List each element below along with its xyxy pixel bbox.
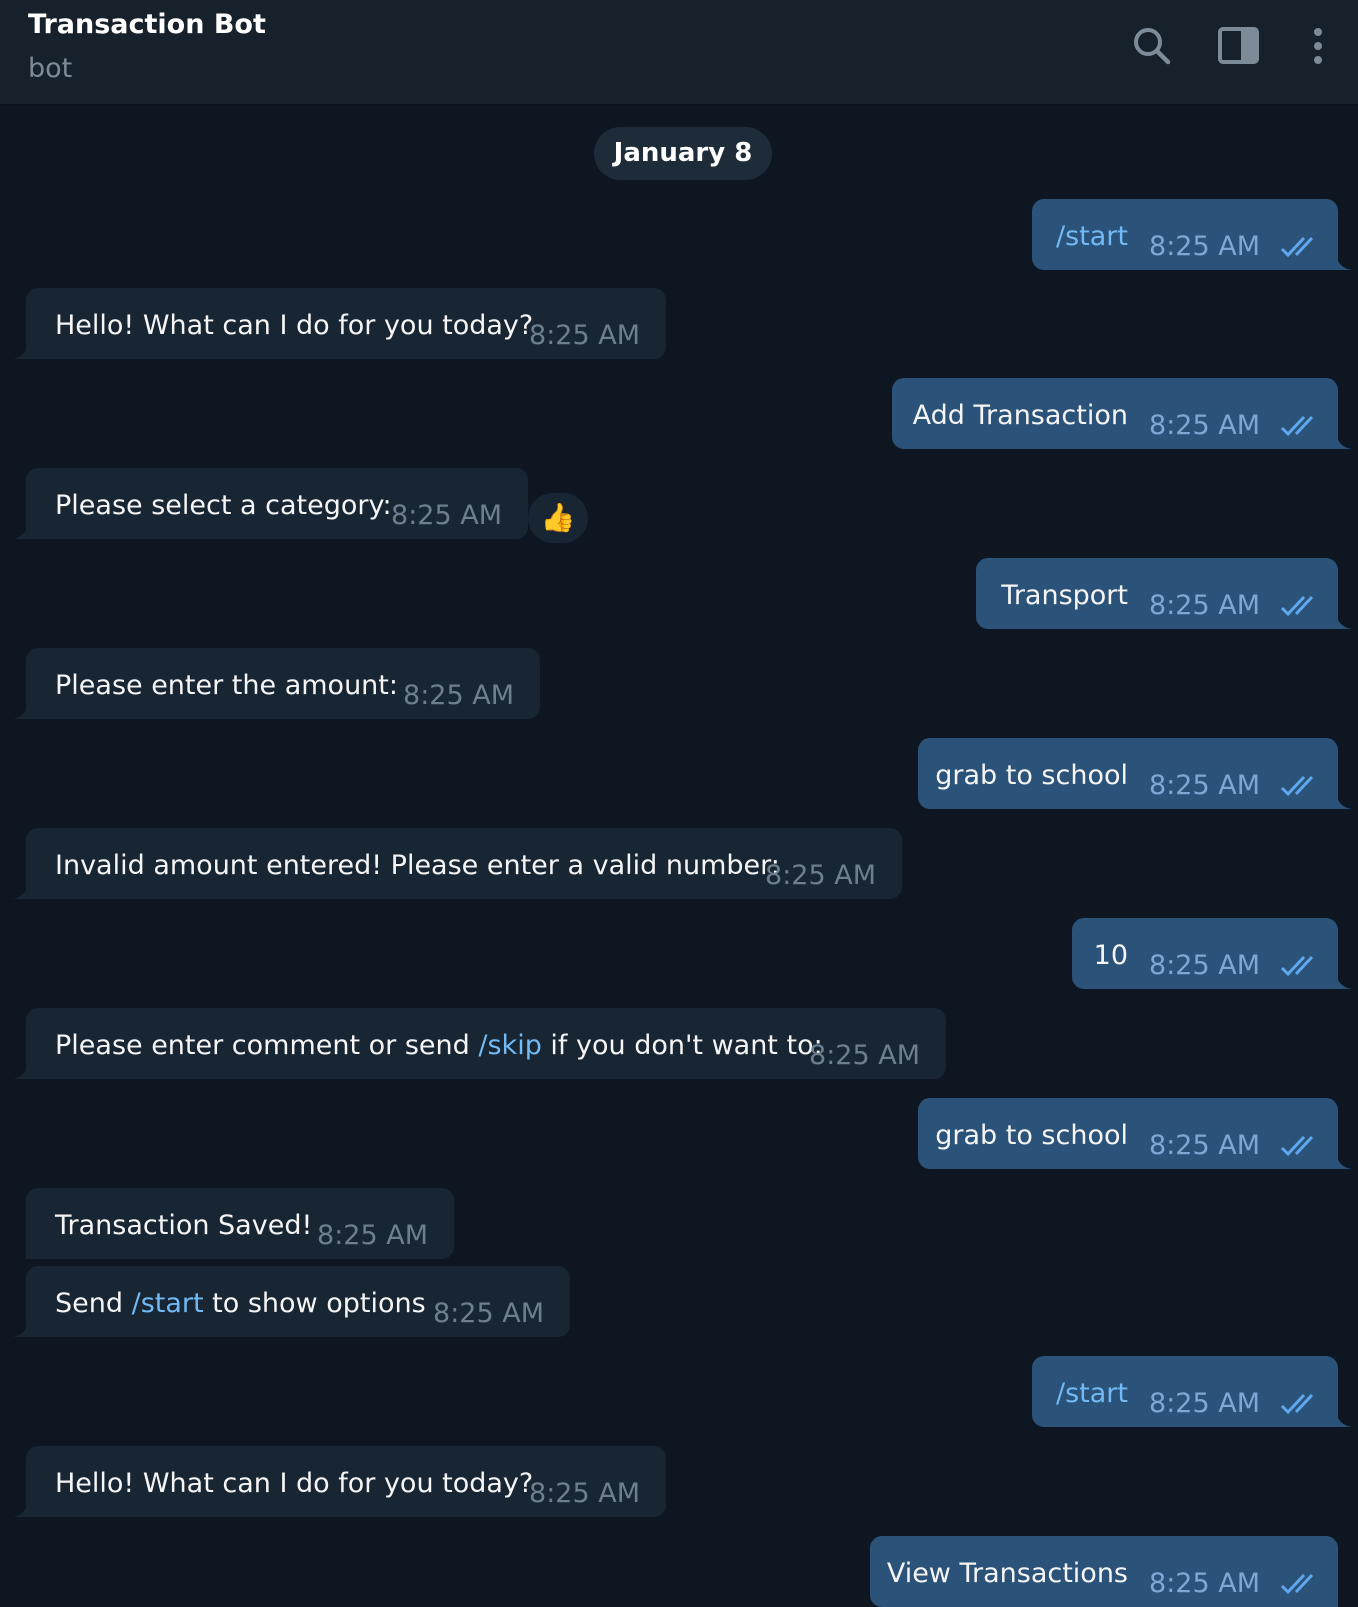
message-outgoing[interactable]: /start 8:25 AM [1032,1356,1352,1427]
message-incoming: Send /start to show options 8:25 AM [12,1266,570,1337]
message-time: 8:25 AM [809,1040,920,1071]
message-outgoing[interactable]: Add Transaction 8:25 AM [892,378,1352,449]
message-time: 8:25 AM [433,1298,544,1329]
double-check-icon [1280,594,1322,618]
message-time: 8:25 AM [1149,231,1260,262]
message-text: Transaction Saved! [55,1210,313,1241]
message-incoming: Please select a category: 8:25 AM [12,468,528,539]
message-time: 8:25 AM [1149,1130,1260,1161]
text-after: to show options [203,1288,426,1319]
sidebar-toggle-icon[interactable] [1217,24,1261,68]
start-command-link[interactable]: /start [132,1288,204,1319]
bubble-tail-icon [1336,254,1352,270]
message-text: Hello! What can I do for you today? [55,310,534,341]
bubble-tail-icon [12,1501,28,1517]
double-check-icon [1280,1392,1322,1416]
bubble-tail-icon [12,703,28,719]
message-text: grab to school [935,760,1128,791]
text-before: Send [55,1288,132,1319]
message-incoming: Please enter the amount: 8:25 AM [12,648,540,719]
message-text: Add Transaction [912,400,1128,431]
date-divider: January 8 [594,127,772,180]
message-outgoing[interactable]: /start 8:25 AM [1032,199,1352,270]
chat-subtitle: bot [28,53,73,84]
bubble-tail-icon [12,1063,28,1079]
message-text: Please select a category: [55,490,392,521]
message-text: Please enter comment or send /skip if yo… [55,1030,823,1061]
message-incoming: Hello! What can I do for you today? 8:25… [12,288,666,359]
message-text: View Transactions [886,1558,1128,1589]
message-text[interactable]: /start [1056,1378,1128,1409]
double-check-icon [1280,414,1322,438]
bubble-tail-icon [1336,793,1352,809]
message-time: 8:25 AM [529,320,640,351]
bubble-tail-icon [1336,973,1352,989]
message-time: 8:25 AM [1149,1568,1260,1599]
bubble-tail-icon [12,343,28,359]
message-outgoing[interactable]: View Transactions 8:25 AM [870,1536,1338,1607]
bubble-tail-icon [12,523,28,539]
message-text: Send /start to show options [55,1288,426,1319]
message-outgoing[interactable]: 10 8:25 AM [1072,918,1352,989]
chat-title[interactable]: Transaction Bot [28,9,266,40]
bubble-tail-icon [1336,433,1352,449]
reaction-thumbs-up[interactable]: 👍 [528,493,588,543]
message-time: 8:25 AM [1149,950,1260,981]
message-text: Transport [1001,580,1128,611]
message-incoming: Transaction Saved! 8:25 AM [26,1188,454,1259]
message-time: 8:25 AM [765,860,876,891]
double-check-icon [1280,1134,1322,1158]
message-time: 8:25 AM [1149,1388,1260,1419]
bubble-tail-icon [1336,613,1352,629]
message-time: 8:25 AM [1149,410,1260,441]
message-outgoing[interactable]: grab to school 8:25 AM [918,738,1352,809]
message-time: 8:25 AM [317,1220,428,1251]
skip-command-link[interactable]: /skip [478,1030,541,1061]
message-text: Hello! What can I do for you today? [55,1468,534,1499]
message-time: 8:25 AM [391,500,502,531]
double-check-icon [1280,774,1322,798]
message-text: grab to school [935,1120,1128,1151]
text-before: Please enter comment or send [55,1030,479,1061]
bubble-tail-icon [1336,1411,1352,1427]
message-outgoing[interactable]: Transport 8:25 AM [976,558,1352,629]
chat-header: Transaction Bot bot [0,0,1358,105]
double-check-icon [1280,1572,1322,1596]
message-text: Please enter the amount: [55,670,398,701]
message-incoming: Please enter comment or send /skip if yo… [12,1008,946,1079]
message-text[interactable]: /start [1056,221,1128,252]
message-incoming: Invalid amount entered! Please enter a v… [12,828,902,899]
message-incoming: Hello! What can I do for you today? 8:25… [12,1446,666,1517]
message-text: 10 [1093,940,1128,971]
message-outgoing[interactable]: grab to school 8:25 AM [918,1098,1352,1169]
message-time: 8:25 AM [1149,770,1260,801]
text-after: if you don't want to: [541,1030,823,1061]
message-time: 8:25 AM [1149,590,1260,621]
double-check-icon [1280,235,1322,259]
search-icon[interactable] [1130,24,1174,68]
double-check-icon [1280,954,1322,978]
bubble-tail-icon [12,883,28,899]
message-text: Invalid amount entered! Please enter a v… [55,850,780,881]
bubble-tail-icon [1336,1153,1352,1169]
bubble-tail-icon [12,1321,28,1337]
more-vertical-icon[interactable] [1296,24,1340,68]
message-time: 8:25 AM [529,1478,640,1509]
message-time: 8:25 AM [403,680,514,711]
